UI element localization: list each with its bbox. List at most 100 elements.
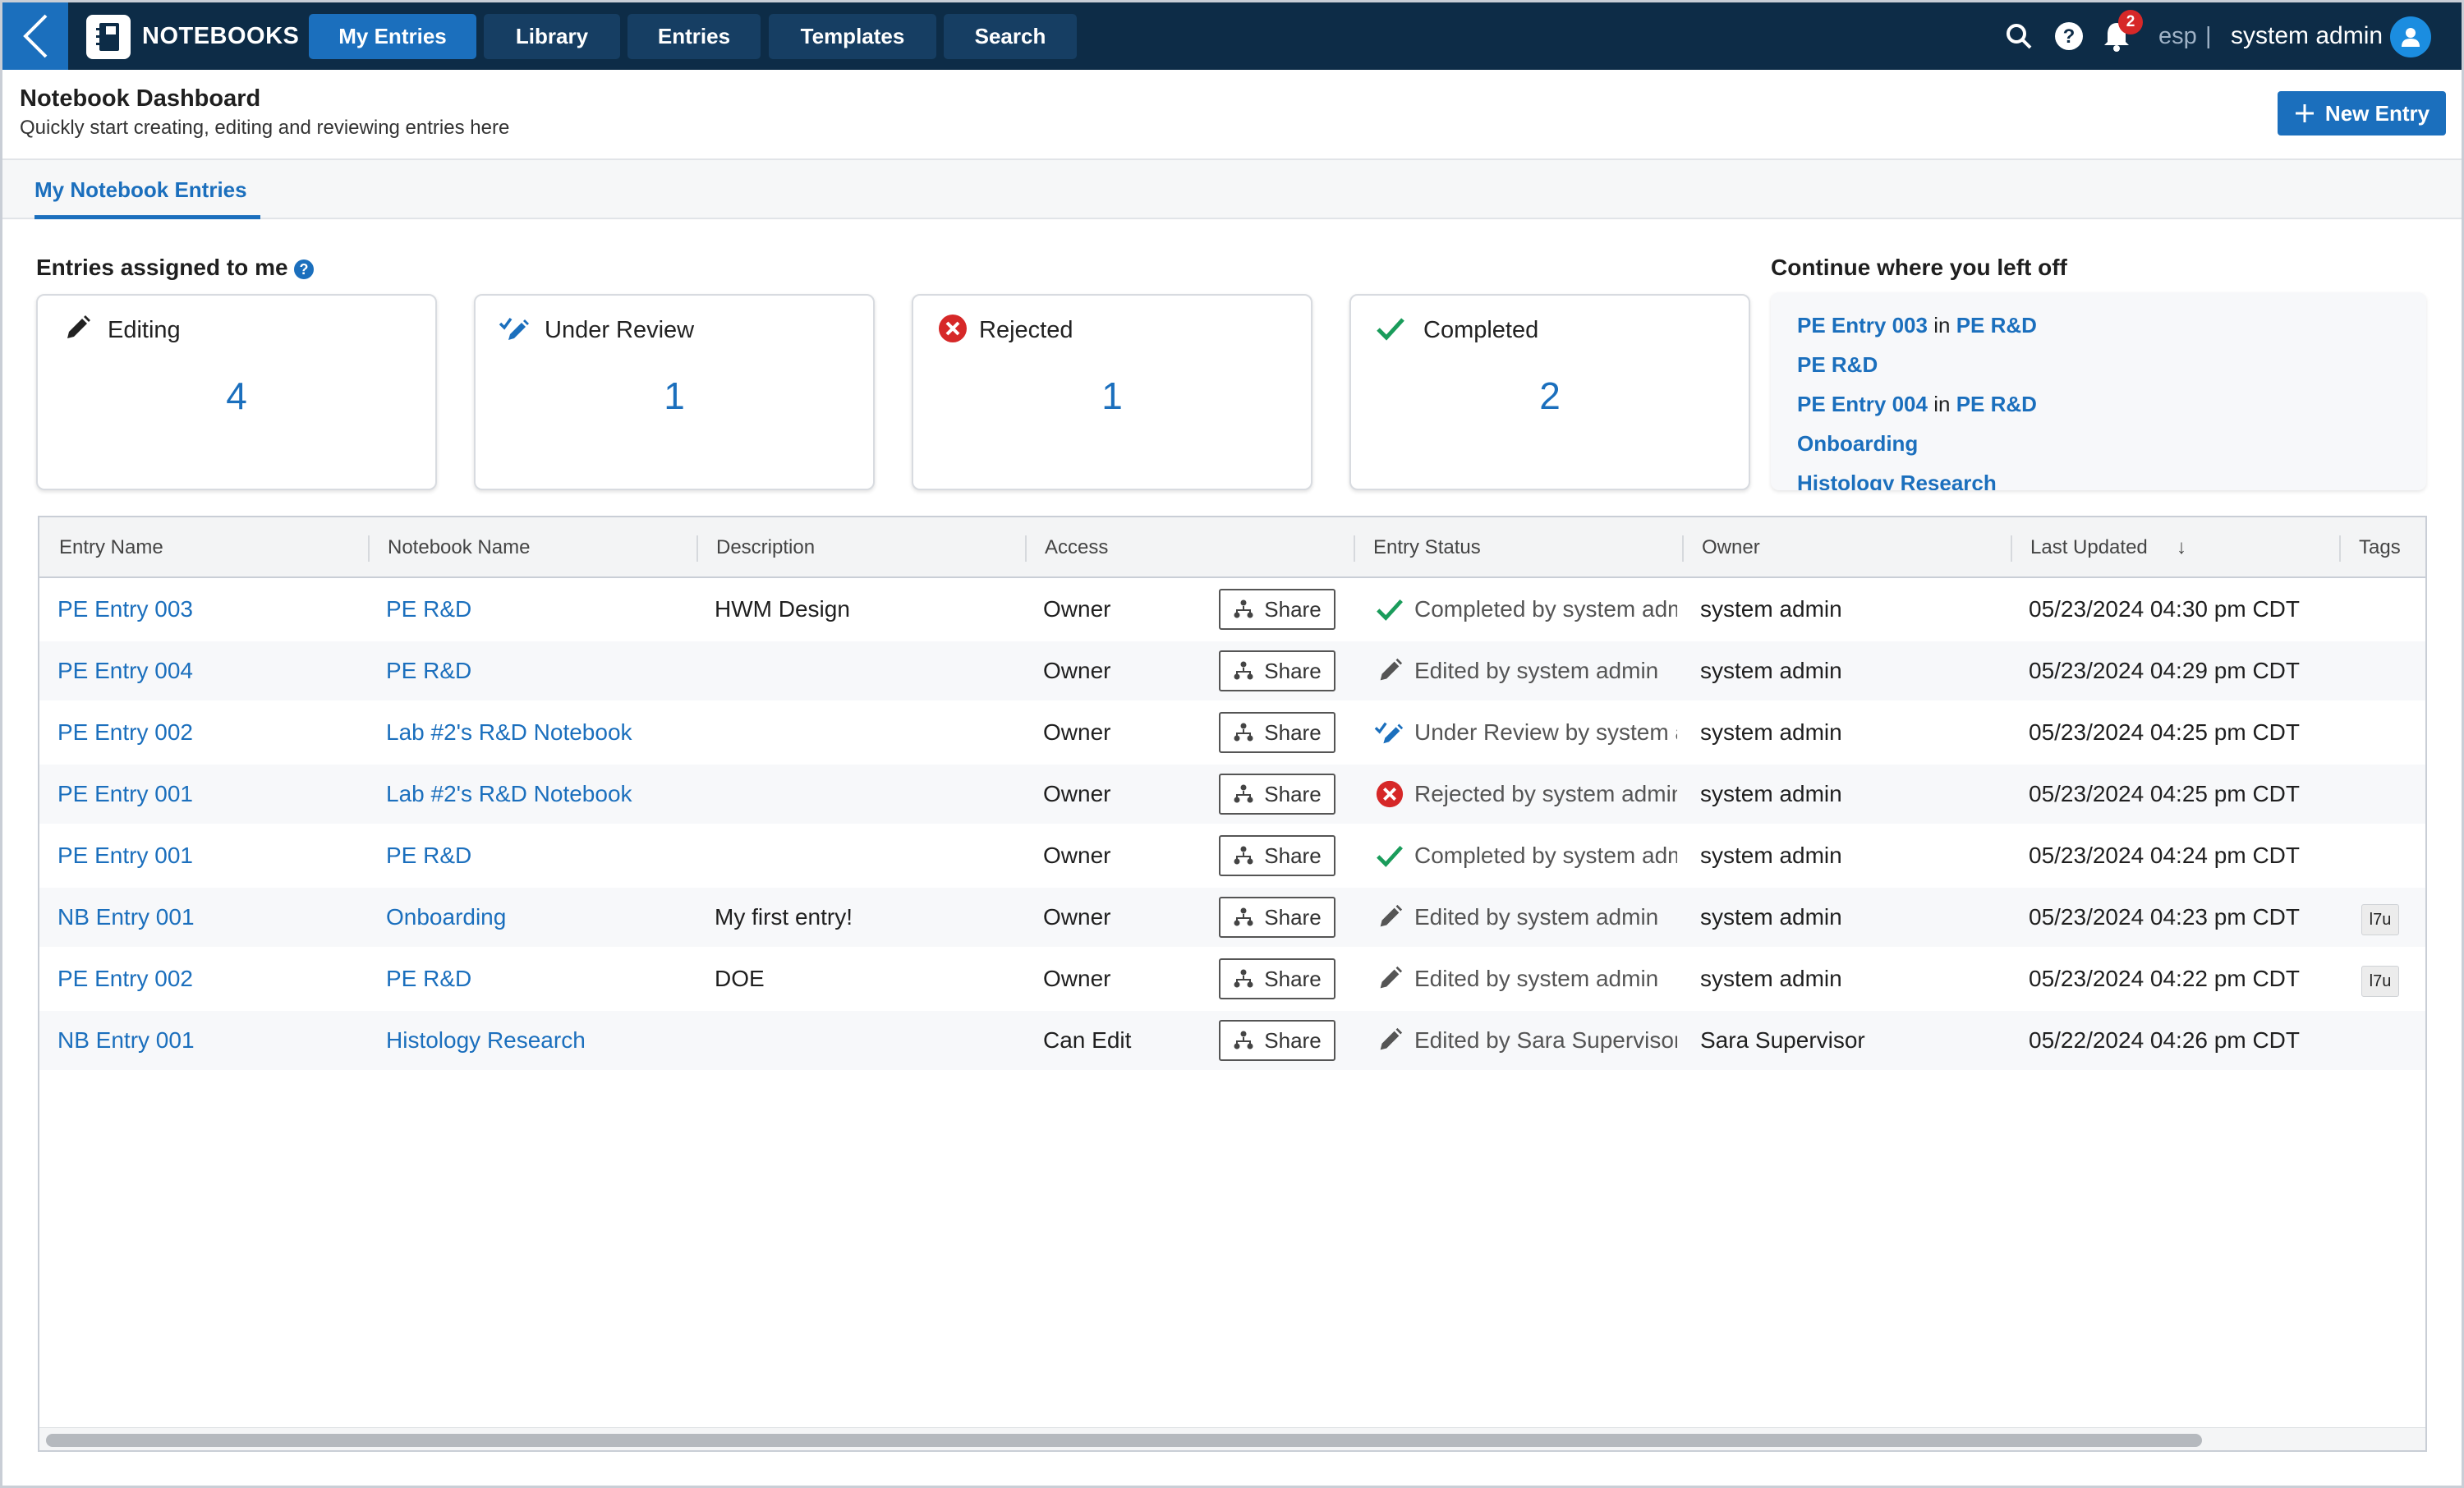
tab-my-notebook-entries[interactable]: My Notebook Entries xyxy=(34,177,247,203)
language-selector[interactable]: esp xyxy=(2158,2,2197,70)
notebook-name-link[interactable]: Onboarding xyxy=(386,888,690,947)
entry-status-cell: Edited by Sara Supervisor xyxy=(1414,1027,1677,1053)
card-under-review[interactable]: Under Review 1 xyxy=(474,294,875,490)
notebook-name-link[interactable]: PE R&D xyxy=(386,580,690,639)
tab-my-entries[interactable]: My Entries xyxy=(309,14,476,59)
column-header-entry-status[interactable]: Entry Status xyxy=(1373,517,1481,578)
card-rejected[interactable]: Rejected 1 xyxy=(912,294,1312,490)
column-header-tags[interactable]: Tags xyxy=(2359,517,2401,578)
entry-status-cell: Rejected by system admin xyxy=(1414,781,1677,806)
column-divider[interactable] xyxy=(696,535,698,562)
recent-notebook-link[interactable]: PE R&D xyxy=(1956,313,2037,338)
new-entry-button[interactable]: New Entry xyxy=(2278,91,2446,135)
recent-entry-link[interactable]: PE Entry 003 xyxy=(1797,313,1928,338)
share-button[interactable]: Share xyxy=(1219,774,1335,815)
notebook-name-link[interactable]: PE R&D xyxy=(386,826,690,885)
tab-entries[interactable]: Entries xyxy=(627,14,761,59)
entry-status-cell: Edited by system admin xyxy=(1414,658,1659,683)
card-count[interactable]: 1 xyxy=(476,374,873,418)
entry-name-link[interactable]: PE Entry 002 xyxy=(57,703,361,762)
share-icon xyxy=(1233,660,1254,682)
recent-notebook-link[interactable]: PE R&D xyxy=(1956,392,2037,416)
table-row[interactable]: PE Entry 002 PE R&D DOE Owner Share Edited by… xyxy=(39,949,2425,1008)
recent-notebook-link[interactable]: PE R&D xyxy=(1797,352,1878,377)
tab-library[interactable]: Library xyxy=(484,14,620,59)
column-header-access[interactable]: Access xyxy=(1045,517,1108,578)
share-button[interactable]: Share xyxy=(1219,650,1335,691)
help-icon[interactable]: ? xyxy=(2052,19,2086,53)
share-button[interactable]: Share xyxy=(1219,712,1335,753)
entry-name-link[interactable]: NB Entry 001 xyxy=(57,888,361,947)
recent-item: Onboarding xyxy=(1797,431,1918,457)
entry-status-cell: Completed by system admin xyxy=(1414,596,1677,622)
column-header-last-updated[interactable]: Last Updated xyxy=(2030,517,2148,578)
avatar[interactable] xyxy=(2390,16,2431,57)
column-divider[interactable] xyxy=(368,535,370,562)
column-header-description[interactable]: Description xyxy=(716,517,815,578)
tab-templates[interactable]: Templates xyxy=(769,14,936,59)
tag-chip[interactable]: l7u xyxy=(2361,966,2399,997)
tab-search[interactable]: Search xyxy=(944,14,1077,59)
entry-name-link[interactable]: PE Entry 004 xyxy=(57,641,361,700)
entry-name-link[interactable]: PE Entry 001 xyxy=(57,765,361,824)
share-icon xyxy=(1233,1030,1254,1051)
table-row[interactable]: PE Entry 001 PE R&D Owner Share Completed by… xyxy=(39,826,2425,885)
column-divider[interactable] xyxy=(1354,535,1355,562)
entry-name-link[interactable]: NB Entry 001 xyxy=(57,1011,361,1070)
horizontal-scrollbar-thumb[interactable] xyxy=(46,1434,2202,1447)
column-divider[interactable] xyxy=(2011,535,2012,562)
column-divider[interactable] xyxy=(1025,535,1027,562)
search-icon[interactable] xyxy=(2002,19,2036,53)
page-title: Notebook Dashboard xyxy=(20,85,261,112)
back-button[interactable] xyxy=(2,2,68,70)
table-row[interactable]: PE Entry 002 Lab #2's R&D Notebook Owner Sh… xyxy=(39,703,2425,762)
card-completed[interactable]: Completed 2 xyxy=(1349,294,1750,490)
sort-descending-icon[interactable]: ↓ xyxy=(2177,517,2186,578)
card-editing[interactable]: Editing 4 xyxy=(36,294,437,490)
recent-notebook-link[interactable]: Histology Research xyxy=(1797,471,1997,490)
description-cell xyxy=(715,765,1018,824)
active-tab-indicator xyxy=(34,215,260,219)
share-label: Share xyxy=(1264,658,1322,683)
table-row[interactable]: NB Entry 001 Histology Research Can Edit Sh… xyxy=(39,1011,2425,1070)
pencil-icon xyxy=(1373,901,1406,934)
column-divider[interactable] xyxy=(1682,535,1684,562)
recent-entry-link[interactable]: PE Entry 004 xyxy=(1797,392,1928,416)
entry-name-link[interactable]: PE Entry 003 xyxy=(57,580,361,639)
notebook-name-link[interactable]: Lab #2's R&D Notebook xyxy=(386,703,690,762)
card-count[interactable]: 4 xyxy=(38,374,435,418)
card-count[interactable]: 1 xyxy=(913,374,1311,418)
recent-notebook-link[interactable]: Onboarding xyxy=(1797,431,1918,456)
table-row[interactable]: NB Entry 001 Onboarding My first entry! Own… xyxy=(39,888,2425,947)
owner-cell: system admin xyxy=(1700,658,1842,683)
column-divider[interactable] xyxy=(2339,535,2341,562)
card-label: Under Review xyxy=(545,317,695,343)
info-help-icon[interactable]: ? xyxy=(294,259,314,279)
entry-status-cell: Completed by system admin xyxy=(1414,843,1677,868)
table-row[interactable]: PE Entry 003 PE R&D HWM Design Owner Share Co… xyxy=(39,580,2425,639)
entry-name-link[interactable]: PE Entry 001 xyxy=(57,826,361,885)
user-menu[interactable]: system admin xyxy=(2231,2,2383,70)
last-updated-cell: 05/23/2024 04:25 pm CDT xyxy=(2029,719,2300,745)
notebook-name-link[interactable]: PE R&D xyxy=(386,949,690,1008)
entry-status-cell: Under Review by system admin xyxy=(1414,719,1677,745)
entry-status-cell: Edited by system admin xyxy=(1414,904,1659,930)
notebook-name-link[interactable]: Histology Research xyxy=(386,1011,690,1070)
notebook-name-link[interactable]: Lab #2's R&D Notebook xyxy=(386,765,690,824)
column-header-owner[interactable]: Owner xyxy=(1702,517,1760,578)
entry-name-link[interactable]: PE Entry 002 xyxy=(57,949,361,1008)
share-button[interactable]: Share xyxy=(1219,958,1335,999)
card-count[interactable]: 2 xyxy=(1351,374,1749,418)
share-button[interactable]: Share xyxy=(1219,589,1335,630)
table-row[interactable]: PE Entry 004 PE R&D Owner Share Edited by sy… xyxy=(39,641,2425,700)
share-button[interactable]: Share xyxy=(1219,1020,1335,1061)
pencil-icon xyxy=(1373,962,1406,995)
tag-chip[interactable]: l7u xyxy=(2361,904,2399,935)
share-button[interactable]: Share xyxy=(1219,835,1335,876)
table-row[interactable]: PE Entry 001 Lab #2's R&D Notebook Owner Sh… xyxy=(39,765,2425,824)
notebook-name-link[interactable]: PE R&D xyxy=(386,641,690,700)
column-header-entry-name[interactable]: Entry Name xyxy=(59,517,163,578)
share-button[interactable]: Share xyxy=(1219,897,1335,938)
share-label: Share xyxy=(1264,966,1322,991)
column-header-notebook-name[interactable]: Notebook Name xyxy=(388,517,530,578)
